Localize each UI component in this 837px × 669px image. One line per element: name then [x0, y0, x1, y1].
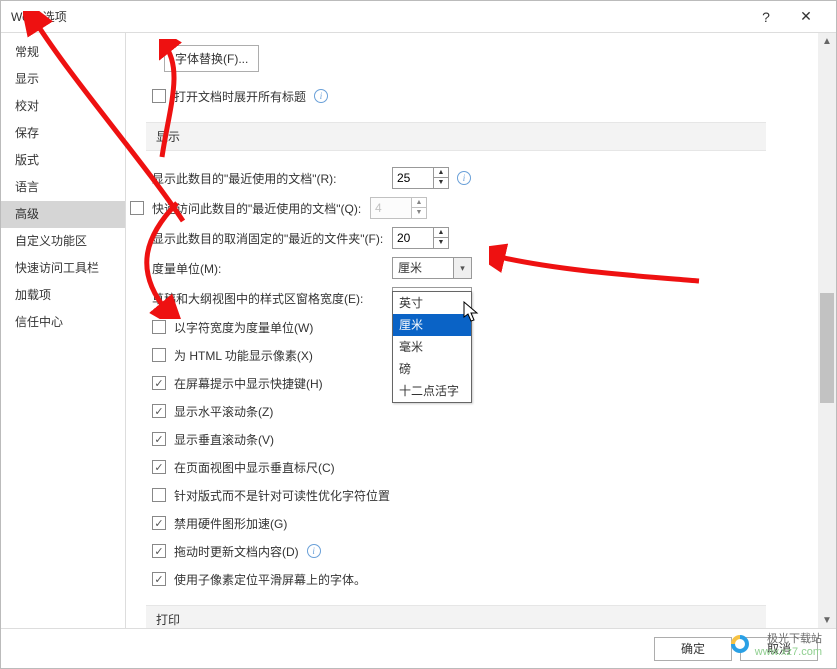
quick-access-checkbox[interactable]: [130, 201, 144, 215]
dialog-body: 常规 显示 校对 保存 版式 语言 高级 自定义功能区 快速访问工具栏 加载项 …: [1, 33, 836, 628]
cb-shortcut-tips[interactable]: [152, 376, 166, 390]
scroll-up-icon[interactable]: ▲: [818, 33, 836, 49]
sidebar-item-save[interactable]: 保存: [1, 120, 125, 147]
spin-up-icon[interactable]: ▲: [434, 228, 448, 238]
spin-down-icon[interactable]: ▼: [412, 208, 426, 218]
lbl-hscroll: 显示水平滚动条(Z): [174, 403, 273, 420]
recent-docs-spinner[interactable]: ▲▼: [392, 167, 449, 189]
lbl-disable-hwaccel: 禁用硬件图形加速(G): [174, 515, 287, 532]
unit-dropdown-list[interactable]: 英寸 厘米 毫米 磅 十二点活字: [392, 291, 472, 403]
quick-access-input: [371, 198, 411, 218]
vertical-scrollbar[interactable]: ▲ ▼: [818, 33, 836, 628]
cb-optimize-layout[interactable]: [152, 488, 166, 502]
draft-pane-label: 草稿和大纲视图中的样式区窗格宽度(E):: [152, 290, 392, 307]
lbl-char-width: 以字符宽度为度量单位(W): [174, 319, 313, 336]
watermark: 极光下载站 www.xz7.com: [731, 630, 822, 658]
section-print: 打印: [146, 605, 766, 628]
scroll-down-icon[interactable]: ▼: [818, 612, 836, 628]
quick-access-spinner[interactable]: ▲▼: [370, 197, 427, 219]
section-display: 显示: [146, 122, 766, 151]
unit-option-pt[interactable]: 磅: [393, 358, 471, 380]
watermark-text2: www.xz7.com: [755, 646, 822, 658]
cb-update-drag[interactable]: [152, 544, 166, 558]
sidebar-item-general[interactable]: 常规: [1, 39, 125, 66]
unit-combobox[interactable]: 厘米 ▾: [392, 257, 472, 279]
lbl-shortcut-tips: 在屏幕提示中显示快捷键(H): [174, 375, 323, 392]
dialog-footer: 确定 取消: [1, 628, 836, 668]
expand-titles-label: 打开文档时展开所有标题: [174, 88, 306, 105]
sidebar-item-proofing[interactable]: 校对: [1, 93, 125, 120]
spin-up-icon[interactable]: ▲: [412, 198, 426, 208]
sidebar-item-layout[interactable]: 版式: [1, 147, 125, 174]
sidebar-item-quick-access[interactable]: 快速访问工具栏: [1, 255, 125, 282]
chevron-down-icon[interactable]: ▾: [453, 258, 471, 278]
sidebar-item-advanced[interactable]: 高级: [1, 201, 125, 228]
unpinned-folders-label: 显示此数目的取消固定的"最近的文件夹"(F):: [152, 230, 392, 247]
info-icon[interactable]: i: [307, 544, 321, 558]
info-icon[interactable]: i: [457, 171, 471, 185]
ok-button[interactable]: 确定: [654, 637, 732, 661]
spin-up-icon[interactable]: ▲: [434, 168, 448, 178]
spin-down-icon[interactable]: ▼: [434, 238, 448, 248]
cb-subpixel[interactable]: [152, 572, 166, 586]
help-button[interactable]: ?: [746, 1, 786, 33]
close-button[interactable]: ✕: [786, 1, 826, 33]
sidebar-item-customize-ribbon[interactable]: 自定义功能区: [1, 228, 125, 255]
spin-down-icon[interactable]: ▼: [434, 178, 448, 188]
cb-hscroll[interactable]: [152, 404, 166, 418]
unit-value: 厘米: [393, 258, 453, 278]
watermark-logo-icon: [731, 635, 749, 653]
cb-vruler[interactable]: [152, 460, 166, 474]
watermark-text1: 极光下载站: [755, 630, 822, 646]
info-icon[interactable]: i: [314, 89, 328, 103]
sidebar-item-language[interactable]: 语言: [1, 174, 125, 201]
lbl-vscroll: 显示垂直滚动条(V): [174, 431, 274, 448]
scroll-thumb[interactable]: [820, 293, 834, 403]
lbl-optimize-layout: 针对版式而不是针对可读性优化字符位置: [174, 487, 390, 504]
titlebar: Word 选项 ? ✕: [1, 1, 836, 33]
sidebar-item-addins[interactable]: 加载项: [1, 282, 125, 309]
lbl-html-px: 为 HTML 功能显示像素(X): [174, 347, 313, 364]
dialog-title: Word 选项: [11, 8, 746, 25]
unit-label: 度量单位(M):: [152, 260, 392, 277]
lbl-update-drag: 拖动时更新文档内容(D): [174, 543, 299, 560]
cb-vscroll[interactable]: [152, 432, 166, 446]
unpinned-folders-input[interactable]: [393, 228, 433, 248]
recent-docs-input[interactable]: [393, 168, 433, 188]
cb-disable-hwaccel[interactable]: [152, 516, 166, 530]
scroll-area: 字体替换(F)... 打开文档时展开所有标题 i 显示 显示此数目的"最近使用的…: [126, 33, 816, 628]
unit-option-cm[interactable]: 厘米: [393, 314, 471, 336]
unit-option-mm[interactable]: 毫米: [393, 336, 471, 358]
lbl-subpixel: 使用子像素定位平滑屏幕上的字体。: [174, 571, 366, 588]
unit-option-inch[interactable]: 英寸: [393, 292, 471, 314]
word-options-dialog: Word 选项 ? ✕ 常规 显示 校对 保存 版式 语言 高级 自定义功能区 …: [0, 0, 837, 669]
lbl-vruler: 在页面视图中显示垂直标尺(C): [174, 459, 335, 476]
cb-char-width[interactable]: [152, 320, 166, 334]
recent-docs-label: 显示此数目的"最近使用的文档"(R):: [152, 170, 392, 187]
font-substitution-button[interactable]: 字体替换(F)...: [164, 45, 259, 72]
sidebar-item-trust-center[interactable]: 信任中心: [1, 309, 125, 336]
cb-html-px[interactable]: [152, 348, 166, 362]
main-panel: 字体替换(F)... 打开文档时展开所有标题 i 显示 显示此数目的"最近使用的…: [126, 33, 836, 628]
sidebar: 常规 显示 校对 保存 版式 语言 高级 自定义功能区 快速访问工具栏 加载项 …: [1, 33, 126, 628]
unpinned-folders-spinner[interactable]: ▲▼: [392, 227, 449, 249]
sidebar-item-display[interactable]: 显示: [1, 66, 125, 93]
expand-titles-checkbox[interactable]: [152, 89, 166, 103]
unit-option-pica[interactable]: 十二点活字: [393, 380, 471, 402]
quick-access-label: 快速访问此数目的"最近使用的文档"(Q):: [152, 200, 370, 217]
